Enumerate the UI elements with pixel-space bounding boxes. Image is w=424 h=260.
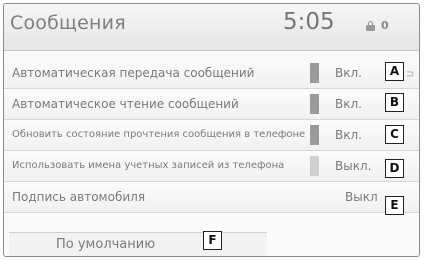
scroll-arc-icon: ⊃ [406, 69, 415, 80]
default-button-label: По умолчанию [56, 237, 156, 252]
callout-f: F [203, 231, 222, 250]
messages-settings-screen: Сообщения 5:05 0 Автоматическая передача… [3, 3, 420, 257]
setting-value: Вкл. [335, 66, 362, 80]
callout-d: D [385, 159, 404, 178]
setting-row-vehicle-signature[interactable]: Подпись автомобиля Выкл [4, 182, 419, 213]
default-button[interactable]: По умолчанию [9, 232, 267, 256]
header-bar: Сообщения 5:05 0 [4, 4, 419, 51]
setting-value: Вкл. [335, 97, 362, 111]
setting-row-update-read-status[interactable]: Обновить состояние прочтения сообщения в… [4, 120, 419, 151]
setting-row-auto-send[interactable]: Автоматическая передача сообщений Вкл. [4, 58, 419, 89]
toggle-indicator-off [310, 156, 319, 176]
toggle-indicator-on [310, 63, 319, 83]
lock-icon [366, 20, 375, 31]
setting-label: Автоматическая передача сообщений [12, 66, 255, 80]
signal-indicator: 0 [381, 19, 389, 32]
status-indicators: 0 [366, 19, 389, 32]
setting-label: Использовать имена учетных записей из те… [12, 160, 285, 171]
setting-row-auto-read[interactable]: Автоматическое чтение сообщений Вкл. [4, 89, 419, 120]
setting-label: Обновить состояние прочтения сообщения в… [12, 129, 306, 140]
clock: 5:05 [283, 9, 335, 35]
callout-e: E [385, 196, 404, 215]
callout-b: B [385, 93, 404, 112]
setting-value: Вкл. [335, 128, 362, 142]
callout-c: C [385, 125, 404, 144]
toggle-indicator-on [310, 125, 319, 145]
setting-row-use-account-names[interactable]: Использовать имена учетных записей из те… [4, 151, 419, 182]
setting-label: Автоматическое чтение сообщений [12, 97, 239, 111]
setting-value: Выкл. [335, 159, 372, 173]
setting-label: Подпись автомобиля [12, 190, 146, 204]
page-title: Сообщения [10, 12, 126, 34]
callout-a: A [385, 62, 404, 81]
toggle-indicator-on [310, 94, 319, 114]
setting-value: Выкл [345, 190, 378, 204]
